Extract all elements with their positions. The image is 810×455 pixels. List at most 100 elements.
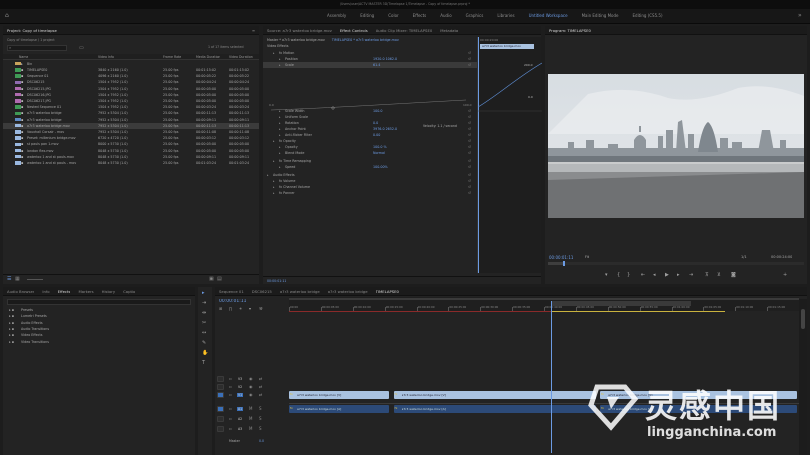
timeline-tab[interactable]: TIMELAPSE0 — [376, 289, 399, 294]
button-editor-icon[interactable]: + — [783, 273, 787, 278]
eye-icon[interactable]: ◉ — [249, 392, 253, 397]
new-bin-icon[interactable]: ▭ — [79, 45, 84, 51]
ec-param-row[interactable]: ▸ fx Volume ↺ — [263, 178, 477, 184]
slip-tool-icon[interactable]: ↔ — [202, 331, 206, 336]
source-patch[interactable] — [217, 384, 224, 390]
ec-param-row[interactable]: ▸ fx Channel Volume ↺ — [263, 184, 477, 190]
step-back-icon[interactable]: ◂ — [653, 273, 656, 278]
project-row[interactable]: ▪ a7r3 waterloo bridge 7952 x 5304 (1.0) 25… — [3, 117, 259, 123]
go-to-in-icon[interactable]: ⇤ — [641, 273, 645, 278]
effects-tab[interactable]: Effects — [58, 289, 71, 294]
effects-folder[interactable]: ▸ ▪ Video Effects — [3, 333, 195, 339]
play-icon[interactable]: ▶ — [665, 273, 669, 278]
ripple-edit-icon[interactable]: ⇹ — [202, 311, 206, 316]
solo-icon[interactable]: S — [259, 416, 262, 421]
lock-icon[interactable]: ▫ — [229, 406, 232, 411]
ec-tab[interactable]: Effect Controls — [340, 28, 368, 33]
reset-parameter-icon[interactable]: ↺ — [468, 165, 471, 169]
eye-icon[interactable]: ◉ — [249, 376, 253, 381]
col-media-duration[interactable]: Media Duration — [196, 55, 220, 59]
effects-search-input[interactable] — [7, 299, 191, 305]
lock-icon[interactable]: ▫ — [229, 392, 232, 397]
ec-tab[interactable]: Source: a7r3 waterloo bridge.mov — [267, 28, 332, 33]
ec-param-value[interactable]: 61.4 — [373, 63, 433, 67]
zoom-slider[interactable] — [27, 279, 43, 280]
ec-param-value[interactable]: 100.0 % — [373, 145, 433, 149]
timeline-ruler[interactable]: 00:00 00:00:05:00 00:00:10:00 00:00:15:00 00… — [289, 297, 799, 311]
sync-lock-icon[interactable]: ⇄ — [259, 376, 262, 381]
audio-clip[interactable]: fx a7r3 waterloo bridge.mov [A] — [393, 405, 596, 413]
effects-folder[interactable]: ▸ ▪ Audio Transitions — [3, 326, 195, 332]
track-select-icon[interactable]: ⇥ — [202, 301, 206, 306]
col-video-duration[interactable]: Video Duration — [229, 55, 253, 59]
eye-icon[interactable]: ◉ — [249, 384, 253, 389]
workspace-tab[interactable]: Audio — [433, 13, 458, 18]
home-icon[interactable]: ⌂ — [5, 12, 12, 19]
disclosure-triangle-icon[interactable]: ▸ — [279, 127, 281, 131]
disclosure-triangle-icon[interactable]: ▸ — [279, 151, 281, 155]
effects-tab[interactable]: Markers — [78, 289, 93, 294]
razor-tool-icon[interactable]: ✂ — [202, 321, 206, 326]
workspace-tab[interactable]: Effects — [406, 13, 434, 18]
disclosure-triangle-icon[interactable]: ▸ — [279, 121, 281, 125]
new-item-icon[interactable]: ▣ — [209, 276, 214, 282]
workspace-tab[interactable]: Editing — [353, 13, 381, 18]
workspace-tab[interactable]: Libraries — [490, 13, 521, 18]
disclosure-triangle-icon[interactable]: ▸ — [279, 145, 281, 149]
timeline-tab[interactable]: DSC06215 — [252, 289, 272, 294]
reset-parameter-icon[interactable]: ↺ — [468, 127, 471, 131]
program-playhead[interactable] — [563, 261, 566, 266]
workspace-tab[interactable]: Color — [381, 13, 405, 18]
program-resolution[interactable]: 1/1 — [741, 255, 747, 259]
ec-param-value[interactable]: 0.00 — [373, 133, 433, 137]
ec-param-row[interactable]: ▸ Audio Effects ↺ — [263, 172, 477, 178]
add-marker-tl-icon[interactable]: ▾ — [249, 306, 251, 311]
source-patch[interactable] — [217, 426, 224, 432]
scroll-thumb[interactable] — [801, 309, 805, 329]
disclosure-triangle-icon[interactable]: ▸ — [267, 173, 269, 177]
source-patch[interactable] — [217, 406, 224, 412]
disclosure-triangle-icon[interactable]: ▸ — [273, 191, 275, 195]
ec-param-value[interactable]: 100.00% — [373, 165, 433, 169]
track-header[interactable]: A2 ▫ M S — [215, 415, 289, 423]
program-fit-select[interactable]: Fit — [585, 255, 589, 259]
solo-icon[interactable]: S — [259, 426, 262, 431]
workspace-tab[interactable]: Editing (CS5.5) — [626, 13, 670, 18]
ec-source-label[interactable]: Master * a7r3 waterloo bridge.mov — [267, 38, 325, 42]
timeline-tab[interactable]: Sequence 01 — [219, 289, 244, 294]
source-patch[interactable] — [217, 416, 224, 422]
source-patch[interactable] — [217, 376, 224, 382]
wrench-icon[interactable]: ⚒ — [259, 306, 263, 311]
sync-lock-icon[interactable]: ⇄ — [259, 384, 262, 389]
ec-param-row[interactable]: ▸ Uniform Scale ↺ — [263, 114, 477, 120]
project-row[interactable]: ▪ Sequence 01 4096 x 2160 (1.0) 25.00 fps 00… — [3, 73, 259, 79]
col-video-info[interactable]: Video Info — [98, 55, 114, 59]
reset-parameter-icon[interactable]: ↺ — [468, 57, 471, 61]
ec-param-row[interactable]: ▸ Scale 61.4 ↺ — [263, 62, 477, 68]
selection-tool-icon[interactable]: ▸ — [202, 291, 205, 296]
reset-parameter-icon[interactable]: ↺ — [468, 63, 471, 67]
reset-parameter-icon[interactable]: ↺ — [468, 151, 471, 155]
project-row[interactable]: ▪ a7r3 waterloo bridge.mov 7952 x 5304 (1.… — [3, 123, 259, 129]
project-row[interactable]: ▪ DSC06216.JPG 1504 x 7952 (1.0) 25.00 fps 0… — [3, 92, 259, 98]
ec-param-row[interactable]: ▸ Position 1920.0 1062.0 ↺ — [263, 56, 477, 62]
workspace-tab[interactable]: Assembly — [320, 13, 353, 18]
video-clip[interactable]: fx a7r3 waterloo bridge.mov [V] — [289, 391, 389, 399]
timeline-timecode[interactable]: 00:00:01:11 — [219, 299, 246, 304]
disclosure-triangle-icon[interactable]: ▸ — [273, 159, 275, 163]
disclosure-triangle-icon[interactable]: ▸ — [273, 51, 275, 55]
ec-param-row[interactable]: ▸ Anti-flicker Filter 0.00 ↺ — [263, 132, 477, 138]
ec-param-row[interactable]: ▸ Blend Mode Normal ↺ — [263, 150, 477, 156]
project-row[interactable]: ▪ DSC06215 1504 x 7952 (1.0) 25.00 fps 00:00… — [3, 80, 259, 86]
go-to-out-icon[interactable]: ⇥ — [689, 273, 693, 278]
disclosure-triangle-icon[interactable]: ▸ — [279, 115, 281, 119]
col-frame-rate[interactable]: Frame Rate — [163, 55, 181, 59]
reset-parameter-icon[interactable]: ↺ — [468, 121, 471, 125]
reset-parameter-icon[interactable]: ↺ — [468, 173, 471, 177]
lift-icon[interactable]: ⊼ — [705, 273, 709, 278]
reset-parameter-icon[interactable]: ↺ — [468, 139, 471, 143]
track-header[interactable]: V1 ▫ ◉ ⇄ — [215, 391, 289, 399]
program-video-frame[interactable] — [548, 74, 804, 218]
ec-tab[interactable]: Audio Clip Mixer: TIMELAPSE0 — [376, 28, 433, 33]
timeline-zoom-bar[interactable] — [289, 298, 799, 300]
